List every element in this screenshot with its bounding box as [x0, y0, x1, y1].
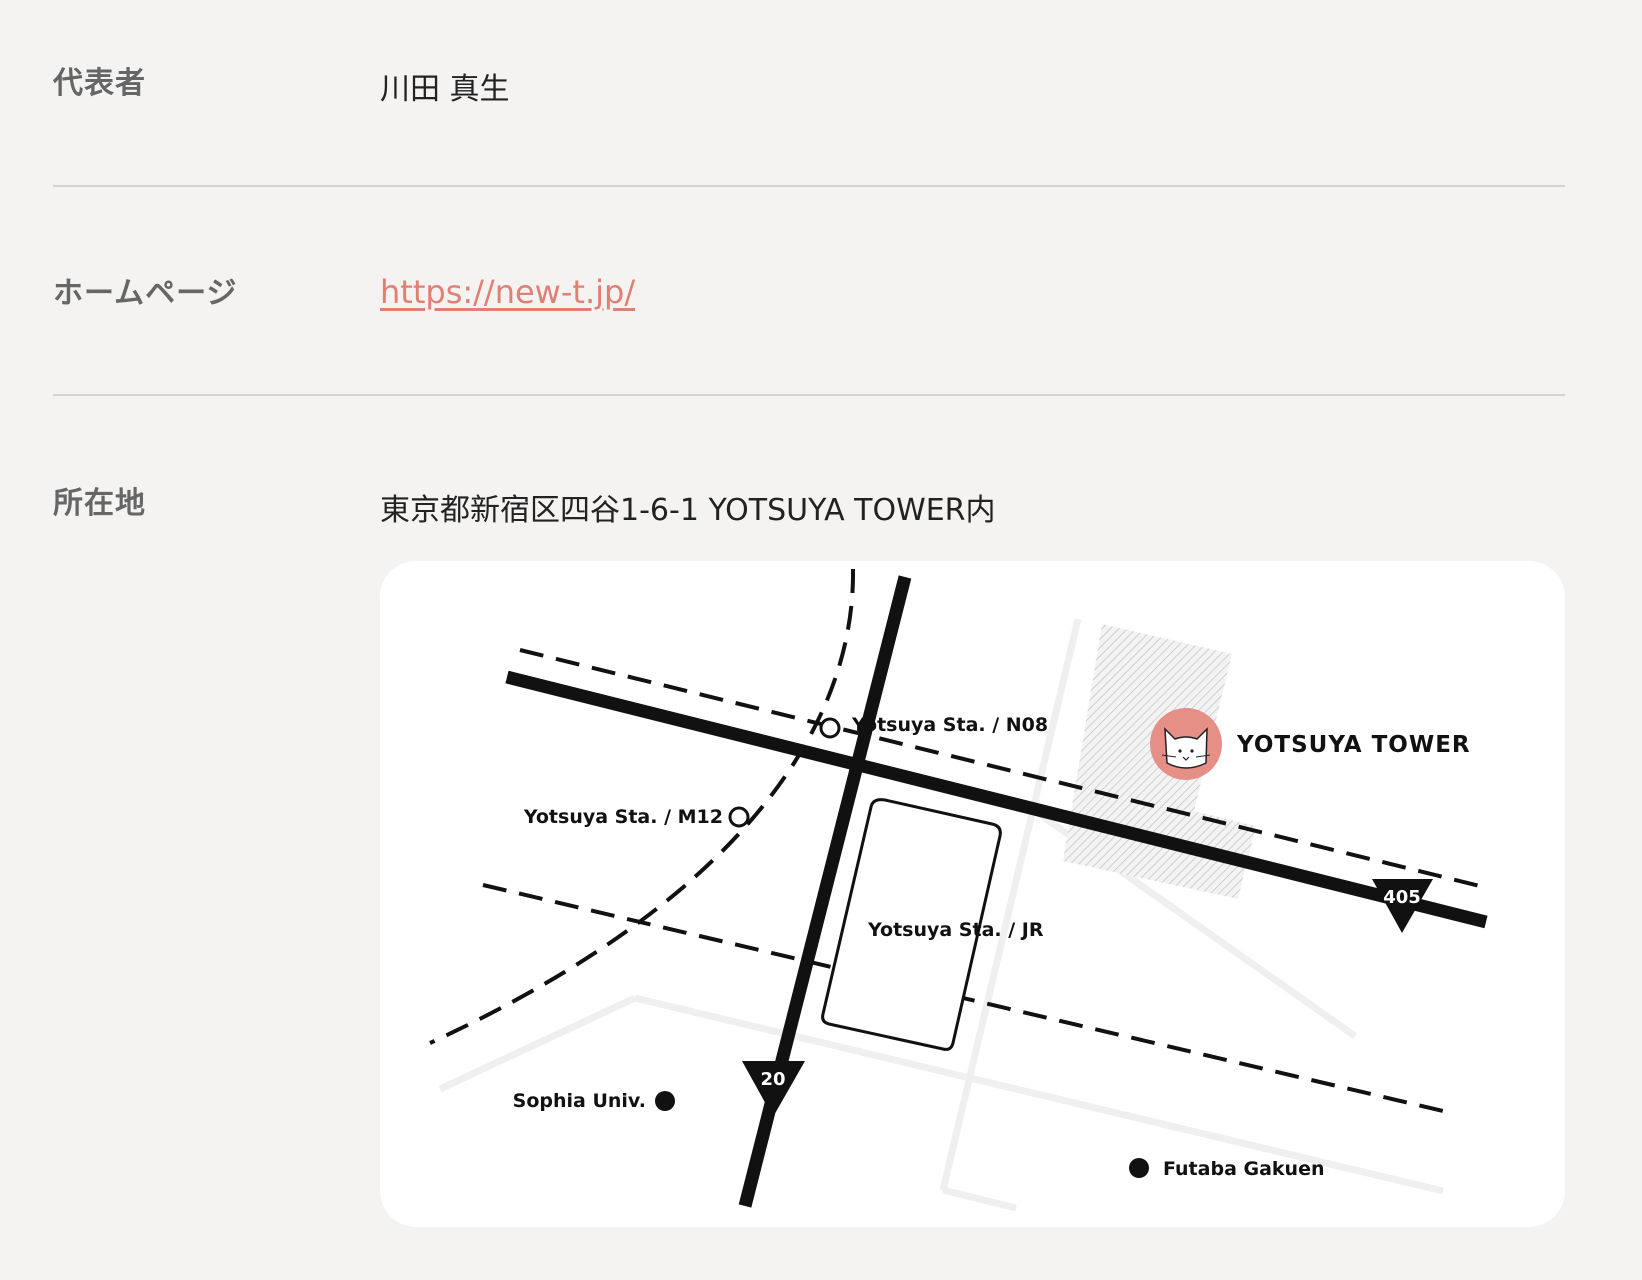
major-roads [505, 575, 1488, 1208]
station-n08-label: Yotsuya Sta. / N08 [851, 714, 1048, 736]
futaba-gakuen-marker [1129, 1158, 1149, 1178]
representative-label: 代表者 [53, 66, 146, 101]
station-m12-label: Yotsuya Sta. / M12 [523, 806, 723, 828]
sophia-univ-label: Sophia Univ. [513, 1090, 646, 1112]
cat-logo-icon [1150, 708, 1222, 780]
homepage-label: ホームページ [53, 276, 238, 311]
sophia-univ-marker [655, 1091, 675, 1111]
address-label: 所在地 [53, 486, 146, 521]
divider [53, 185, 1565, 187]
map-canvas: 405 20 Yotsuya Sta. / N08 Yotsuya Sta. /… [429, 568, 1488, 1212]
address-value: 東京都新宿区四谷1-6-1 YOTSUYA TOWER内 [380, 493, 996, 528]
representative-value: 川田 真生 [380, 72, 510, 107]
yotsuya-tower-label: YOTSUYA TOWER [1236, 732, 1471, 758]
station-jr-label: Yotsuya Sta. / JR [867, 919, 1044, 941]
futaba-gakuen-label: Futaba Gakuen [1163, 1158, 1325, 1180]
route-405-label: 405 [1383, 887, 1421, 908]
access-map: 405 20 Yotsuya Sta. / N08 Yotsuya Sta. /… [380, 561, 1565, 1227]
station-m12-marker [728, 806, 750, 828]
route-20-shield: 20 [742, 1061, 805, 1117]
station-n08-marker [819, 717, 841, 739]
divider [53, 394, 1565, 396]
homepage-link[interactable]: https://new-t.jp/ [380, 273, 635, 311]
route-20-label: 20 [760, 1069, 785, 1090]
